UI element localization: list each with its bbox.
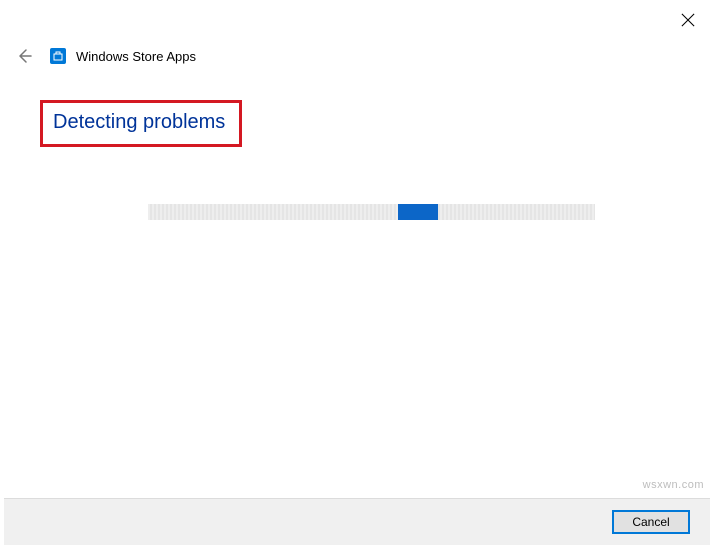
store-icon: [50, 48, 66, 64]
progress-indicator: [398, 204, 438, 220]
header-bar: Windows Store Apps: [14, 46, 196, 66]
watermark-text: wsxwn.com: [643, 479, 704, 491]
status-highlight: Detecting problems: [40, 100, 242, 147]
back-button[interactable]: [14, 46, 34, 66]
status-text: Detecting problems: [53, 111, 225, 134]
close-button[interactable]: [676, 8, 700, 32]
cancel-button[interactable]: Cancel: [612, 510, 690, 534]
footer-bar: Cancel: [4, 498, 710, 545]
progress-bar: [148, 204, 595, 220]
close-icon: [681, 13, 695, 27]
window-title: Windows Store Apps: [76, 49, 196, 64]
arrow-left-icon: [16, 48, 32, 64]
